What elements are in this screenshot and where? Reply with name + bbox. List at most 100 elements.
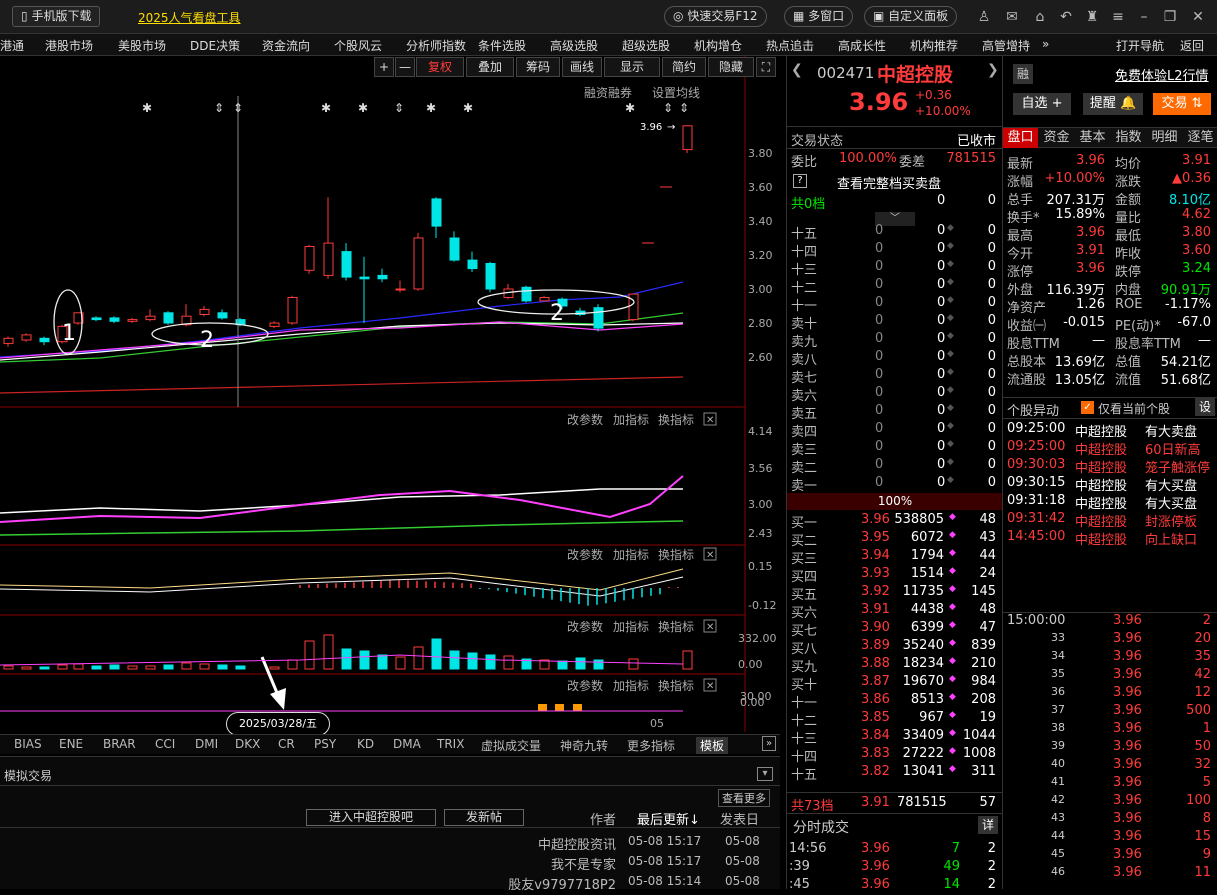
tab-index[interactable]: 指数 <box>1111 128 1146 148</box>
sub1-add[interactable]: 加指标 <box>613 411 649 428</box>
user-icon[interactable]: ♙ <box>974 7 994 27</box>
buy-level-row[interactable]: 买八 3.89 35240 ◆ 839 <box>787 638 1002 657</box>
alert-row[interactable]: 09:25:00 中超控股 有大卖盘 <box>1003 421 1217 440</box>
author-header[interactable]: 作者 <box>590 809 616 828</box>
full-book-link[interactable]: 查看完整档买卖盘 <box>837 173 941 192</box>
buy-level-row[interactable]: 买七 3.90 6399 ◆ 47 <box>787 620 1002 639</box>
tab-detail[interactable]: 明细 <box>1147 128 1182 148</box>
buy-level-row[interactable]: 买四 3.93 1514 ◆ 24 <box>787 566 1002 585</box>
menu-item[interactable]: 超级选股 <box>622 37 670 54</box>
prev-stock-icon[interactable]: ❮ <box>791 62 803 78</box>
tab-pankou[interactable]: 盘口 <box>1003 128 1038 148</box>
sub3-add[interactable]: 加指标 <box>613 618 649 635</box>
alert-row[interactable]: 09:25:00 中超控股 60日新高 <box>1003 439 1217 458</box>
sub3-params[interactable]: 改参数 <box>567 618 603 635</box>
overlay-button[interactable]: 叠加 <box>466 57 514 77</box>
buy-level-row[interactable]: 买九 3.88 18234 ◆ 210 <box>787 656 1002 675</box>
buy-level-row[interactable]: 买一 3.96 538805 ◆ 48 <box>787 512 1002 531</box>
sub3-change[interactable]: 换指标 <box>658 618 694 635</box>
sell-level-row[interactable]: 卖七 0 0 ◆ 0 <box>787 367 1002 386</box>
buy-level-row[interactable]: 十四 3.83 27222 ◆ 1008 <box>787 746 1002 765</box>
fuquan-button[interactable]: 复权 <box>416 57 464 77</box>
buy-level-row[interactable]: 十五 3.82 13041 ◆ 311 <box>787 764 1002 783</box>
alert-row[interactable]: 09:31:18 中超控股 有大买盘 <box>1003 493 1217 512</box>
next-stock-icon[interactable]: ❯ <box>987 62 999 78</box>
sell-level-row[interactable]: 卖十 0 0 ◆ 0 <box>787 313 1002 332</box>
simple-button[interactable]: 简约 <box>662 57 706 77</box>
post-title[interactable]: 我不是专家 <box>551 854 616 873</box>
alerts-settings-button[interactable]: 设 <box>1195 398 1215 416</box>
sub2-change[interactable]: 换指标 <box>658 546 694 563</box>
hide-button[interactable]: 隐藏 <box>708 57 754 77</box>
sell-level-row[interactable]: 卖五 0 0 ◆ 0 <box>787 403 1002 422</box>
ind-tab[interactable]: KD <box>357 737 374 751</box>
menu-item[interactable]: 热点追击 <box>766 37 814 54</box>
alert-row[interactable]: 09:30:03 中超控股 笼子触涨停 <box>1003 457 1217 476</box>
post-title[interactable]: 股友v9797718P2 <box>508 874 616 893</box>
ind-tab[interactable]: BIAS <box>14 737 42 751</box>
enter-forum-button[interactable]: 进入中超控股吧 <box>306 809 436 826</box>
sub1-params[interactable]: 改参数 <box>567 411 603 428</box>
alert-row[interactable]: 09:31:42 中超控股 封涨停板 <box>1003 511 1217 530</box>
sell-level-row[interactable]: 十五 0 0 ◆ 0 <box>787 223 1002 242</box>
mail-icon[interactable]: ✉ <box>1002 7 1022 27</box>
undo-icon[interactable]: ↶ <box>1056 7 1076 27</box>
menu-item[interactable]: 机构增仓 <box>694 37 742 54</box>
sell-level-row[interactable]: 卖二 0 0 ◆ 0 <box>787 457 1002 476</box>
margin-trading-link[interactable]: 融资融券 <box>584 84 632 101</box>
menu-item[interactable]: 美股市场 <box>118 37 166 54</box>
checkbox-icon[interactable]: ✓ <box>1081 401 1094 414</box>
trade-button[interactable]: 交易 ⇅ <box>1153 93 1211 115</box>
buy-level-row[interactable]: 十三 3.84 33409 ◆ 1044 <box>787 728 1002 747</box>
trades-detail-button[interactable]: 详 <box>978 816 998 834</box>
buy-level-row[interactable]: 买六 3.91 4438 ◆ 48 <box>787 602 1002 621</box>
latest-update-header[interactable]: 最后更新↓ <box>637 809 700 828</box>
post-row[interactable]: 我不是专家 05-08 15:17 05-08 <box>0 854 780 873</box>
ma-setting-link[interactable]: 设置均线 <box>652 84 700 101</box>
menu-item[interactable]: 高成长性 <box>838 37 886 54</box>
fullscreen-icon[interactable]: ⛶ <box>756 57 776 77</box>
chips-button[interactable]: 筹码 <box>516 57 560 77</box>
menu-icon[interactable]: ≡ <box>1108 7 1128 27</box>
template-tab[interactable]: 模板 <box>696 737 729 754</box>
menu-more-icon[interactable]: » <box>1042 37 1049 51</box>
mobile-download-button[interactable]: ▯ 手机版下载 <box>12 6 101 27</box>
sell-level-row[interactable]: 卖六 0 0 ◆ 0 <box>787 385 1002 404</box>
buy-level-row[interactable]: 买二 3.95 6072 ◆ 43 <box>787 530 1002 549</box>
sell-level-row[interactable]: 卖一 0 0 ◆ 0 <box>787 475 1002 494</box>
posted-header[interactable]: 发表日 <box>720 809 759 828</box>
margin-badge[interactable]: 融 <box>1013 64 1033 84</box>
sub4-change[interactable]: 换指标 <box>658 677 694 694</box>
sell-level-row[interactable]: 十四 0 0 ◆ 0 <box>787 241 1002 260</box>
post-row[interactable]: 股友v9797718P2 05-08 15:14 05-08 <box>0 874 780 893</box>
home-icon[interactable]: ⌂ <box>1030 7 1050 27</box>
view-more-button[interactable]: 查看更多 <box>718 789 770 807</box>
zoom-out-button[interactable]: — <box>395 57 415 77</box>
sell-level-row[interactable]: 卖四 0 0 ◆ 0 <box>787 421 1002 440</box>
tab-tick[interactable]: 逐笔 <box>1183 128 1217 148</box>
sell-level-row[interactable]: 十一 0 0 ◆ 0 <box>787 295 1002 314</box>
alert-button[interactable]: 提醒 🔔 <box>1083 93 1143 115</box>
buy-level-row[interactable]: 买五 3.92 11735 ◆ 145 <box>787 584 1002 603</box>
ind-tab[interactable]: TRIX <box>437 737 464 751</box>
sell-level-row[interactable]: 十二 0 0 ◆ 0 <box>787 277 1002 296</box>
sub2-add[interactable]: 加指标 <box>613 546 649 563</box>
sub4-params[interactable]: 改参数 <box>567 677 603 694</box>
sub1-change[interactable]: 换指标 <box>658 411 694 428</box>
menu-item[interactable]: 港通 <box>0 37 24 54</box>
menu-item[interactable]: DDE决策 <box>190 37 240 54</box>
tab-funds[interactable]: 资金 <box>1039 128 1074 148</box>
restore-icon[interactable]: ❐ <box>1160 7 1180 27</box>
menu-item[interactable]: 机构推荐 <box>910 37 958 54</box>
zoom-in-button[interactable]: + <box>374 57 394 77</box>
sell-level-row[interactable]: 卖三 0 0 ◆ 0 <box>787 439 1002 458</box>
promo-link[interactable]: 2025人气看盘工具 <box>138 9 241 26</box>
menu-item[interactable]: 个股风云 <box>334 37 382 54</box>
sell-level-row[interactable]: 卖八 0 0 ◆ 0 <box>787 349 1002 368</box>
ind-tab[interactable]: CCI <box>155 737 175 751</box>
menu-item[interactable]: 高管增持 <box>982 37 1030 54</box>
sim-trade-tab[interactable]: 模拟交易 <box>4 767 52 784</box>
post-row[interactable]: 中超控股资讯 05-08 15:17 05-08 <box>0 834 780 853</box>
ind-tab[interactable]: ENE <box>59 737 83 751</box>
add-watchlist-button[interactable]: 自选 + <box>1013 93 1071 115</box>
